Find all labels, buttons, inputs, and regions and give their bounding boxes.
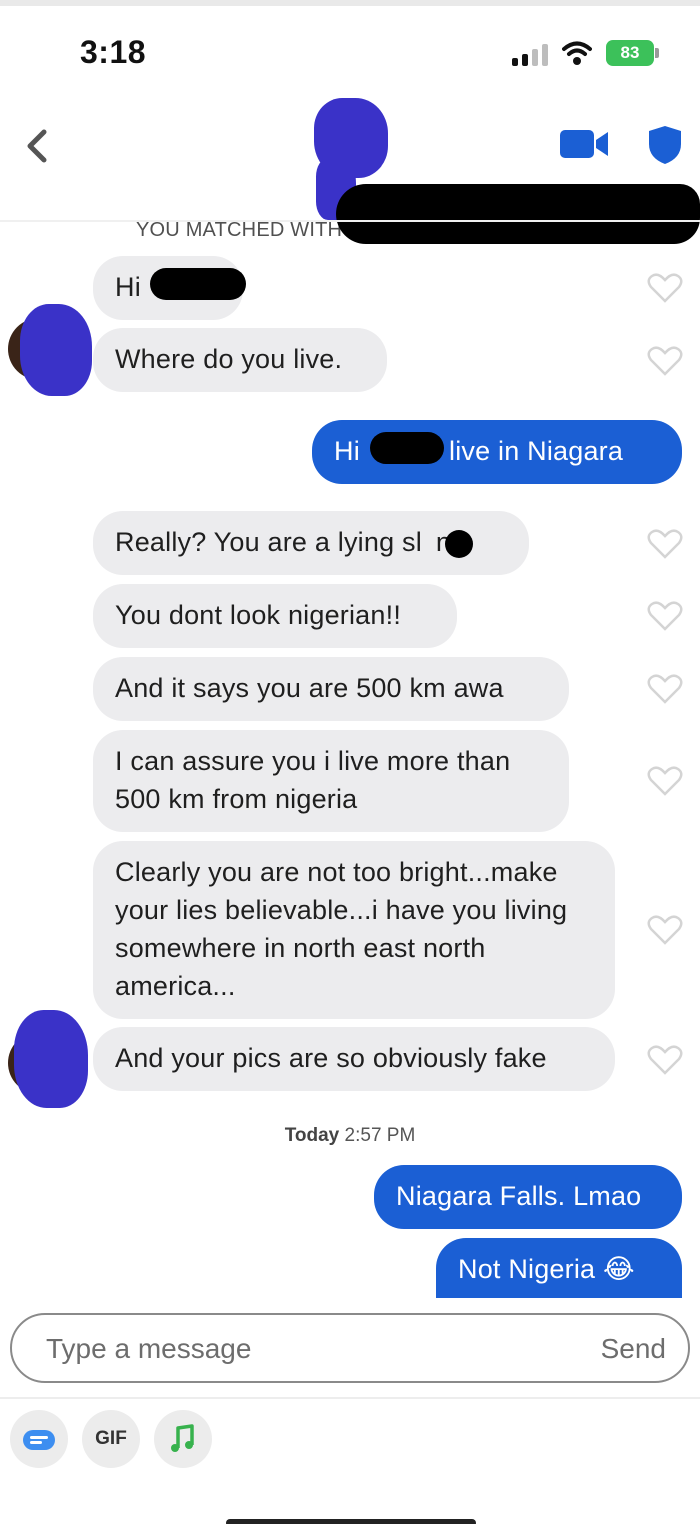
timestamp-time: 2:57 PM [344, 1125, 416, 1146]
message-text: Really? You are a lying sl [115, 527, 422, 557]
message-text: You dont look nigerian!! [115, 600, 402, 630]
message-text: I can assure you i live more than 500 km… [115, 746, 511, 814]
message-incoming[interactable]: I can assure you i live more than 500 km… [93, 730, 569, 832]
heart-icon[interactable] [647, 345, 683, 377]
music-button[interactable] [154, 1410, 212, 1468]
gif-button[interactable]: GIF [82, 1410, 140, 1468]
battery-indicator: 83 [606, 40, 654, 66]
message-text: .I live in Niagara [425, 436, 624, 466]
sticker-icon [23, 1430, 55, 1450]
sticker-button[interactable] [10, 1410, 68, 1468]
redaction-mark [445, 530, 473, 558]
heart-icon[interactable] [647, 272, 683, 304]
message-incoming[interactable]: And it says you are 500 km awa [93, 657, 569, 721]
message-incoming[interactable]: Clearly you are not too bright...make yo… [93, 841, 615, 1019]
back-button[interactable] [14, 118, 64, 168]
shield-icon[interactable] [646, 124, 684, 166]
video-call-icon[interactable] [560, 128, 610, 160]
message-input[interactable]: Type a message [46, 1333, 251, 1365]
message-incoming[interactable]: Where do you live. [93, 328, 387, 392]
header-divider [0, 220, 700, 222]
sender-avatar[interactable] [2, 1008, 92, 1108]
home-indicator [226, 1519, 476, 1524]
toolbar-divider [0, 1397, 700, 1399]
send-button[interactable]: Send [601, 1333, 666, 1365]
message-incoming[interactable]: You dont look nigerian!! [93, 584, 457, 648]
heart-icon[interactable] [647, 765, 683, 797]
message-text: Hi [115, 272, 141, 302]
message-outgoing[interactable]: Niagara Falls. Lmao [374, 1165, 682, 1229]
composer-backdrop [0, 1298, 700, 1312]
message-text: And it says you are 500 km awa [115, 673, 504, 703]
battery-tip [655, 48, 659, 58]
wifi-icon [562, 40, 592, 66]
heart-icon[interactable] [647, 1044, 683, 1076]
message-timestamp: Today 2:57 PM [0, 1125, 700, 1147]
message-text: Clearly you are not too bright...make yo… [115, 857, 568, 1001]
message-text: Not Nigeria 😂 [458, 1254, 635, 1284]
matched-banner: YOU MATCHED WITH [136, 219, 343, 241]
message-incoming[interactable]: And your pics are so obviously fake [93, 1027, 615, 1091]
top-border [0, 0, 700, 6]
message-text: Niagara Falls. Lmao [396, 1181, 642, 1211]
message-text: Where do you live. [115, 344, 343, 374]
signal-icon [512, 44, 552, 66]
message-outgoing[interactable]: Hi .I live in Niagara [312, 420, 682, 484]
message-text: And your pics are so obviously fake [115, 1043, 547, 1073]
message-text: Hi [334, 436, 360, 466]
music-icon [171, 1424, 194, 1452]
heart-icon[interactable] [647, 914, 683, 946]
redaction-mark [370, 432, 444, 464]
message-outgoing[interactable]: Not Nigeria 😂 [436, 1238, 682, 1302]
redacted-name [336, 184, 700, 244]
timestamp-day: Today [284, 1125, 340, 1146]
heart-icon[interactable] [647, 528, 683, 560]
redaction-mark [150, 268, 246, 300]
chevron-left-icon [27, 129, 47, 163]
message-composer[interactable]: Type a message Send [10, 1313, 690, 1383]
status-time: 3:18 [80, 34, 147, 70]
sender-avatar[interactable] [2, 298, 92, 398]
heart-icon[interactable] [647, 600, 683, 632]
heart-icon[interactable] [647, 673, 683, 705]
